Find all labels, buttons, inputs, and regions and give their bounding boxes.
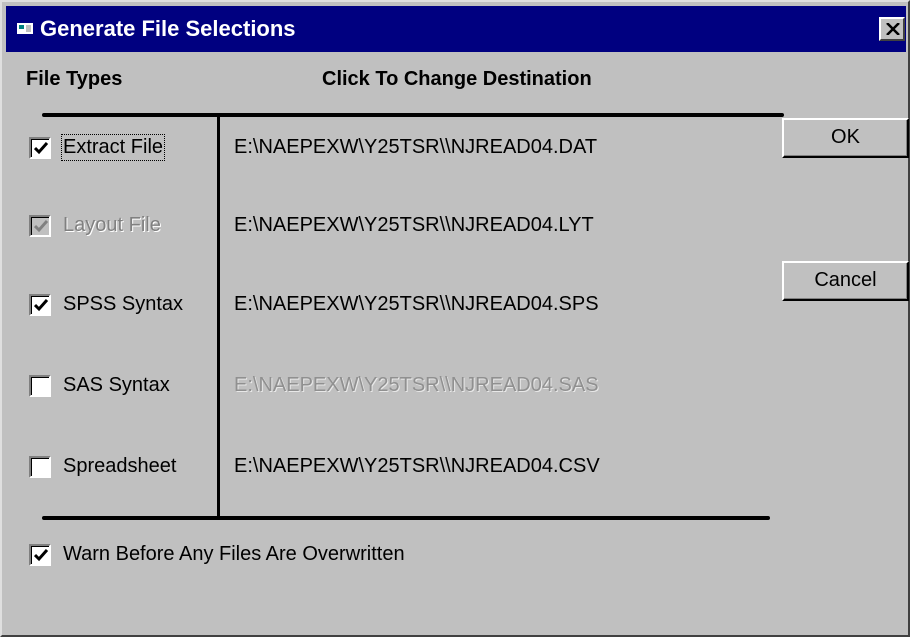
- checkmark-icon: [34, 220, 48, 233]
- file-type-label[interactable]: Extract File: [60, 134, 166, 161]
- file-checkbox[interactable]: [29, 375, 51, 397]
- window-title: Generate File Selections: [40, 16, 296, 41]
- checkmark-icon: [34, 299, 48, 312]
- file-checkbox[interactable]: [29, 294, 51, 316]
- app-icon: [17, 20, 33, 34]
- warn-overwrite-checkbox[interactable]: [29, 544, 51, 566]
- destination-path[interactable]: E:\NAEPEXW\Y25TSR\\NJREAD04.SPS: [234, 293, 599, 316]
- bottom-divider: [42, 516, 770, 520]
- top-divider: [42, 113, 784, 117]
- file-type-label[interactable]: SPSS Syntax: [63, 293, 183, 316]
- destination-path[interactable]: E:\NAEPEXW\Y25TSR\\NJREAD04.DAT: [234, 136, 597, 159]
- destination-header: Click To Change Destination: [322, 68, 592, 90]
- destination-path: E:\NAEPEXW\Y25TSR\\NJREAD04.SAS: [234, 374, 599, 396]
- file-checkbox: [29, 215, 51, 237]
- close-icon: [886, 23, 900, 35]
- cancel-button[interactable]: Cancel: [782, 261, 909, 301]
- file-type-label[interactable]: SAS Syntax: [63, 374, 170, 397]
- destination-path[interactable]: E:\NAEPEXW\Y25TSR\\NJREAD04.LYT: [234, 214, 594, 237]
- column-divider: [217, 117, 220, 517]
- close-button[interactable]: [879, 17, 905, 41]
- ok-button[interactable]: OK: [782, 118, 909, 158]
- warn-overwrite-label[interactable]: Warn Before Any Files Are Overwritten: [63, 543, 405, 566]
- destination-path[interactable]: E:\NAEPEXW\Y25TSR\\NJREAD04.CSV: [234, 455, 600, 478]
- title-bar[interactable]: Generate File Selections: [6, 6, 906, 52]
- file-checkbox[interactable]: [29, 456, 51, 478]
- file-checkbox[interactable]: [29, 137, 51, 159]
- dialog-window: Generate File Selections File Types Clic…: [0, 0, 910, 637]
- file-types-header: File Types: [26, 68, 123, 90]
- file-type-label: Layout File: [63, 214, 161, 236]
- checkmark-icon: [34, 549, 48, 562]
- file-type-label[interactable]: Spreadsheet: [63, 455, 176, 478]
- checkmark-icon: [34, 142, 48, 155]
